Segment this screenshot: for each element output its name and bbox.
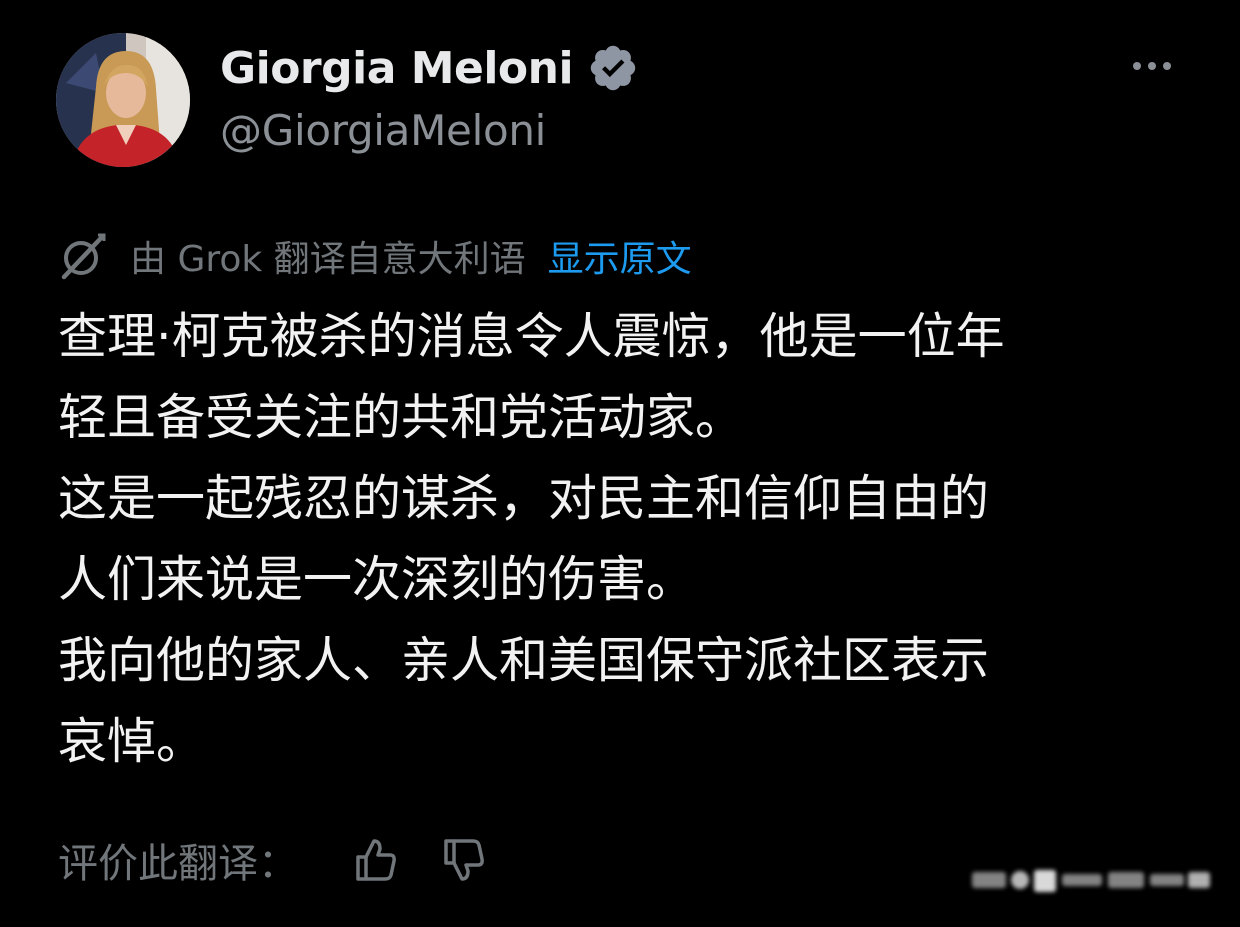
thumbs-down-icon[interactable] <box>436 833 490 887</box>
tweet-text-line: 查理·柯克被杀的消息令人震惊，他是一位年 <box>58 308 1005 365</box>
translated-by-label: 由 Grok 翻译自意大利语 <box>130 239 526 280</box>
show-original-link[interactable]: 显示原文 <box>548 230 692 282</box>
tweet-card: Giorgia Meloni @GiorgiaMeloni 由 Grok 翻译自… <box>0 0 1240 927</box>
avatar[interactable] <box>56 33 190 167</box>
more-dot <box>1148 62 1156 70</box>
tweet-text-line: 哀悼。 <box>58 713 206 770</box>
tweet-text-line: 人们来说是一次深刻的伤害。 <box>58 551 696 608</box>
watermark-logo <box>972 870 1210 892</box>
more-dot <box>1163 62 1171 70</box>
avatar-image <box>56 33 190 167</box>
grok-icon <box>58 231 108 281</box>
rate-translation-label: 评价此翻译： <box>58 841 298 887</box>
tweet-text-line: 轻且备受关注的共和党活动家。 <box>58 389 745 446</box>
more-dot <box>1133 62 1141 70</box>
tweet-text: 查理·柯克被杀的消息令人震惊，他是一位年 轻且备受关注的共和党活动家。 这是一起… <box>58 296 1178 782</box>
thumbs-up-icon[interactable] <box>348 833 402 887</box>
author-display-name[interactable]: Giorgia Meloni <box>220 43 574 94</box>
rate-translation-row: 评价此翻译： <box>58 830 524 890</box>
more-icon[interactable] <box>1120 46 1184 86</box>
tweet-text-line: 我向他的家人、亲人和美国保守派社区表示 <box>58 632 990 689</box>
author-handle[interactable]: @GiorgiaMeloni <box>220 106 546 155</box>
author-name-row: Giorgia Meloni <box>220 36 639 100</box>
verified-badge-icon <box>587 42 639 94</box>
tweet-text-line: 这是一起残忍的谋杀，对民主和信仰自由的 <box>58 470 990 527</box>
translation-notice: 由 Grok 翻译自意大利语 显示原文 <box>58 228 692 284</box>
